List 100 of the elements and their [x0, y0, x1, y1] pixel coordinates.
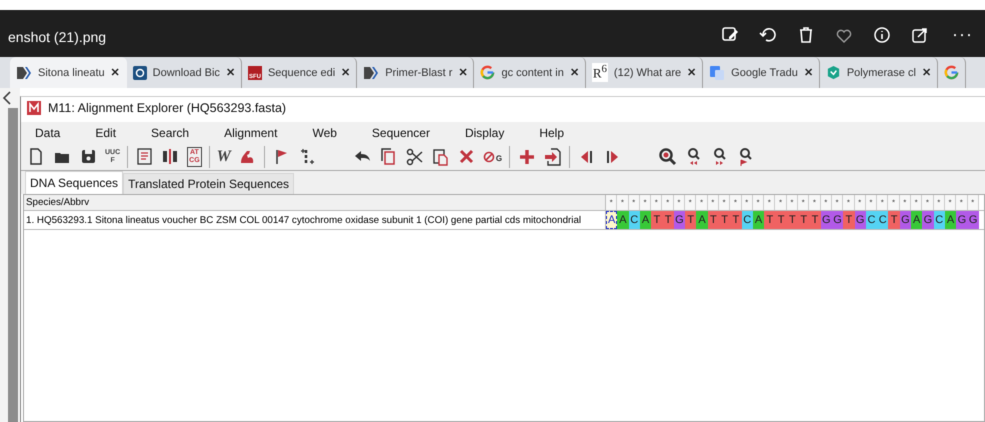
consensus-mark: *: [968, 195, 979, 210]
base-cell[interactable]: A: [606, 211, 618, 229]
consensus-mark: *: [674, 195, 686, 210]
base-cell[interactable]: G: [854, 211, 866, 229]
menu-item[interactable]: Alignment: [214, 126, 294, 140]
close-button[interactable]: ✕: [687, 66, 696, 79]
menu-item[interactable]: Data: [25, 126, 78, 140]
consensus-mark: *: [764, 195, 776, 210]
consensus-mark: *: [956, 195, 968, 210]
sequence-name[interactable]: 1. HQ563293.1 Sitona lineatus voucher BC ZSM COL 00147 cytochrome oxidase subunit 1 (COI) gene partial cds mitochondrial: [24, 211, 606, 229]
close-button[interactable]: ✕: [570, 66, 579, 79]
app-logo-icon: [27, 101, 41, 115]
base-cell[interactable]: A: [752, 211, 764, 229]
consensus-mark: *: [786, 195, 798, 210]
chevron-icon: [363, 66, 380, 80]
w-icon[interactable]: W: [216, 147, 231, 166]
info-icon[interactable]: [872, 24, 892, 44]
consensus-mark: *: [911, 195, 922, 210]
paste-icon[interactable]: [430, 147, 450, 166]
browser-tab[interactable]: Polymerase cl ✕: [820, 57, 938, 88]
base-cell[interactable]: C: [934, 211, 945, 229]
close-button[interactable]: ✕: [458, 66, 468, 79]
base-cell[interactable]: T: [843, 211, 855, 229]
close-button[interactable]: ✕: [922, 66, 931, 79]
menu-item[interactable]: Display: [454, 126, 522, 140]
base-cell[interactable]: A: [944, 211, 956, 229]
browser-tab[interactable]: Google Tradu ✕: [703, 57, 820, 88]
consensus-mark: *: [809, 195, 821, 210]
consensus-mark: *: [866, 195, 878, 210]
cut-icon[interactable]: [404, 147, 424, 166]
consensus-mark: *: [877, 195, 888, 210]
base-cell[interactable]: G: [900, 211, 912, 229]
consensus-mark: *: [900, 195, 912, 210]
consensus-mark: *: [888, 195, 900, 210]
menu-item[interactable]: Edit: [85, 126, 134, 140]
consensus-mark: *: [775, 195, 787, 210]
base-cell[interactable]: T: [764, 211, 776, 229]
consensus-mark: *: [730, 195, 742, 210]
base-cell[interactable]: G: [968, 211, 979, 229]
consensus-mark: *: [628, 195, 640, 210]
browser-tab[interactable]: R$^{6}$ (12) What are ✕: [586, 57, 704, 88]
base-cell[interactable]: A: [911, 211, 922, 229]
shield-icon: [826, 65, 841, 80]
base-cell[interactable]: G: [820, 211, 832, 229]
consensus-mark: *: [640, 195, 652, 210]
plus-icon[interactable]: [517, 147, 536, 166]
zoom-icon[interactable]: [658, 147, 678, 166]
menu-item[interactable]: Web: [302, 126, 354, 140]
base-cell[interactable]: C: [742, 211, 753, 229]
close-button[interactable]: ✕: [804, 66, 813, 79]
base-cell[interactable]: C: [628, 211, 640, 229]
consensus-mark: *: [820, 195, 832, 210]
menu-item[interactable]: Sequencer: [362, 126, 447, 140]
base-cell[interactable]: A: [617, 211, 629, 229]
browser-tab[interactable]: Sitona lineatu ✕: [10, 57, 127, 88]
base-cell[interactable]: T: [651, 211, 662, 229]
base-cell[interactable]: G: [956, 211, 968, 229]
chevron-icon: [16, 66, 32, 80]
base-cell[interactable]: T: [730, 211, 742, 229]
base-cell[interactable]: A: [696, 211, 708, 229]
browser-tab[interactable]: gc content in ✕: [474, 57, 586, 88]
more-button[interactable]: ···: [952, 24, 973, 45]
g-logo-icon: [944, 65, 959, 80]
base-cell[interactable]: A: [640, 211, 652, 229]
rg-logo-icon: R$^{6}$: [592, 63, 608, 82]
base-cell[interactable]: C: [866, 211, 878, 229]
base-cell[interactable]: T: [718, 211, 730, 229]
consensus-mark: *: [742, 195, 753, 210]
consensus-mark: *: [854, 195, 866, 210]
copy-icon[interactable]: [378, 147, 398, 166]
browser-tab[interactable]: Primer-Blast r ✕: [357, 57, 474, 88]
consensus-mark: *: [617, 195, 629, 210]
import-icon[interactable]: [543, 147, 562, 166]
base-cell[interactable]: T: [662, 211, 674, 229]
base-cell[interactable]: T: [809, 211, 821, 229]
base-cell[interactable]: G: [922, 211, 934, 229]
close-button[interactable]: ✕: [226, 66, 235, 79]
close-button[interactable]: ✕: [110, 66, 120, 79]
menu-item[interactable]: Help: [529, 126, 582, 140]
consensus-mark: *: [708, 195, 719, 210]
consensus-mark: *: [934, 195, 945, 210]
base-cell[interactable]: T: [786, 211, 798, 229]
base-cell[interactable]: T: [888, 211, 900, 229]
base-cell[interactable]: G: [832, 211, 844, 229]
browser-tab[interactable]: Download Bic ✕: [126, 57, 242, 88]
consensus-mark: *: [718, 195, 730, 210]
list-icon[interactable]: [135, 147, 154, 166]
base-cell[interactable]: T: [798, 211, 810, 229]
g-logo-icon: [480, 65, 496, 80]
view-tab[interactable]: DNA Sequences: [25, 171, 124, 194]
base-cell[interactable]: T: [708, 211, 719, 229]
menu-item[interactable]: Search: [141, 126, 206, 140]
base-cell[interactable]: T: [775, 211, 787, 229]
base-cell[interactable]: G: [674, 211, 686, 229]
view-tab[interactable]: Translated Protein Sequences: [123, 173, 294, 194]
base-cell[interactable]: C: [877, 211, 888, 229]
close-button[interactable]: ✕: [341, 66, 350, 79]
magnifier-logo-icon: [132, 66, 147, 80]
base-cell[interactable]: T: [685, 211, 696, 229]
save-icon[interactable]: [79, 147, 98, 166]
